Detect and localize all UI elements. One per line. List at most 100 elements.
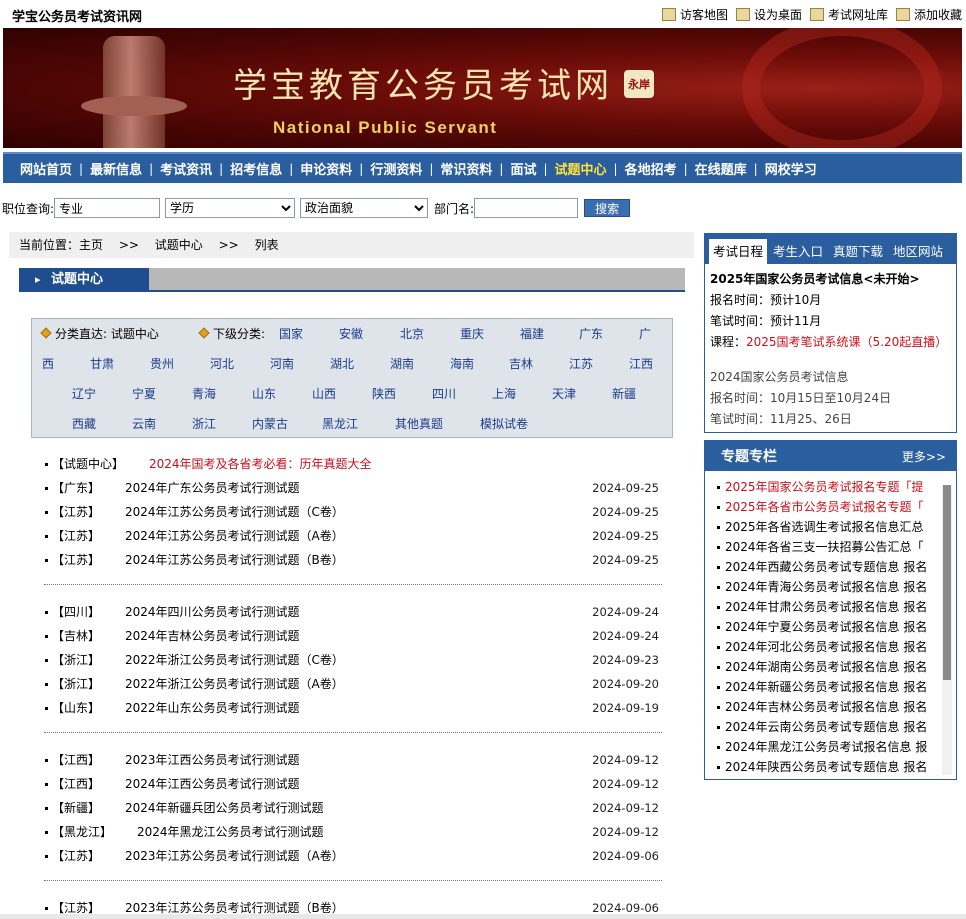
special-item[interactable]: 2024年西藏公务员考试专题信息 报名: [715, 557, 937, 577]
nav-item-3[interactable]: 考试资讯: [153, 159, 219, 178]
list-item-title[interactable]: 2023年江西公务员考试行测试题: [125, 748, 300, 772]
breadcrumb-home[interactable]: 当前位置：主页: [19, 238, 103, 252]
special-item[interactable]: 2024年甘肃公务员考试报名信息 报名: [715, 597, 937, 617]
list-item-tag[interactable]: 【江苏】: [52, 500, 100, 524]
list-item-tag[interactable]: 【江苏】: [52, 524, 100, 548]
category-link[interactable]: 江苏: [569, 353, 593, 375]
special-item[interactable]: 2024年湖南公务员考试报名信息 报名: [715, 657, 937, 677]
search-button[interactable]: 搜索: [584, 199, 631, 217]
list-item-title[interactable]: 2024年吉林公务员考试行测试题: [125, 624, 300, 648]
nav-item-7[interactable]: 常识资料: [433, 159, 499, 178]
special-scrollbar[interactable]: [942, 485, 952, 775]
category-link[interactable]: 黑龙江: [322, 413, 358, 435]
nav-item-11[interactable]: 在线题库: [688, 159, 754, 178]
special-more-link[interactable]: 更多>>: [902, 448, 946, 465]
category-link[interactable]: 其他真题: [395, 413, 443, 435]
category-link[interactable]: 辽宁: [72, 383, 96, 405]
category-link[interactable]: 甘肃: [90, 353, 114, 375]
special-item[interactable]: 2025年国家公务员考试报名专题「提: [715, 477, 937, 497]
list-item-tag[interactable]: 【江苏】: [52, 844, 100, 868]
major-input[interactable]: [54, 198, 161, 218]
list-item-title[interactable]: 2024年新疆兵团公务员考试行测试题: [125, 796, 324, 820]
info-headline[interactable]: 2025年国家公务员考试信息<未开始>: [710, 269, 951, 290]
special-item[interactable]: 2024年各省三支一扶招募公告汇总「: [715, 537, 937, 557]
category-link[interactable]: 山东: [252, 383, 276, 405]
special-item[interactable]: 2024年云南公务员考试专题信息 报名: [715, 717, 937, 737]
special-item[interactable]: 2024年黑龙江公务员考试报名信息 报: [715, 737, 937, 757]
visitor-map-link[interactable]: 访客地图: [661, 6, 728, 23]
list-item-title[interactable]: 2024年江苏公务员考试行测试题（B卷）: [125, 548, 344, 572]
list-item-tag[interactable]: 【江西】: [52, 748, 100, 772]
category-link[interactable]: 湖北: [330, 353, 354, 375]
category-link[interactable]: 云南: [132, 413, 156, 435]
category-link[interactable]: 江西: [629, 353, 653, 375]
category-link[interactable]: 西藏: [72, 413, 96, 435]
nav-item-8[interactable]: 面试: [503, 159, 543, 178]
category-link[interactable]: 四川: [432, 383, 456, 405]
category-link[interactable]: 湖南: [390, 353, 414, 375]
list-item-tag[interactable]: 【黑龙江】: [52, 820, 112, 844]
category-link-guangxi[interactable]: 广: [639, 323, 651, 345]
list-item-tag[interactable]: 【吉林】: [52, 624, 100, 648]
info-tab-3[interactable]: 真题下载: [829, 239, 887, 264]
list-item-tag[interactable]: 【江西】: [52, 772, 100, 796]
scrollbar-thumb[interactable]: [943, 485, 951, 680]
list-item-title[interactable]: 2022年浙江公务员考试行测试题（A卷）: [125, 672, 344, 696]
category-link[interactable]: 青海: [192, 383, 216, 405]
list-item-title[interactable]: 2022年山东公务员考试行测试题: [125, 696, 300, 720]
nav-item-1[interactable]: 网站首页: [13, 159, 79, 178]
nav-item-6[interactable]: 行测资料: [363, 159, 429, 178]
category-link[interactable]: 上海: [492, 383, 516, 405]
category-link[interactable]: 陕西: [372, 383, 396, 405]
category-link[interactable]: 山西: [312, 383, 336, 405]
info-course-link[interactable]: 2025国考笔试系统课（5.20起直播）: [746, 335, 947, 349]
dept-input[interactable]: [474, 198, 579, 218]
category-link-guangxi-wrap[interactable]: 西: [42, 353, 54, 375]
category-link[interactable]: 宁夏: [132, 383, 156, 405]
nav-item-12[interactable]: 网校学习: [758, 159, 824, 178]
category-link[interactable]: 新疆: [612, 383, 636, 405]
direct-category-label[interactable]: 分类直达: 试题中心: [55, 327, 159, 341]
category-link[interactable]: 海南: [450, 353, 474, 375]
special-item[interactable]: 2024年宁夏公务员考试报名信息 报名: [715, 617, 937, 637]
category-link[interactable]: 安徽: [339, 323, 363, 345]
category-link[interactable]: 河南: [270, 353, 294, 375]
nav-item-4[interactable]: 招考信息: [223, 159, 289, 178]
info-tab-2[interactable]: 考生入口: [769, 239, 827, 264]
special-item[interactable]: 2024年河北公务员考试报名信息 报名: [715, 637, 937, 657]
add-favorite-link[interactable]: 添加收藏: [895, 6, 962, 23]
info-tab-1[interactable]: 考试日程: [709, 239, 768, 264]
category-link[interactable]: 浙江: [192, 413, 216, 435]
list-item-title[interactable]: 2024年国考及各省考必看：历年真题大全: [149, 452, 372, 476]
special-item[interactable]: 2024年陕西公务员考试专题信息 报名: [715, 757, 937, 777]
special-item[interactable]: 2024年新疆公务员考试报名信息 报名: [715, 677, 937, 697]
politics-select[interactable]: 政治面貌: [300, 198, 429, 218]
list-item-tag[interactable]: 【四川】: [52, 600, 100, 624]
category-link[interactable]: 国家: [279, 323, 303, 345]
list-item-tag[interactable]: 【试题中心】: [52, 452, 124, 476]
breadcrumb-level1[interactable]: 试题中心: [155, 238, 203, 252]
special-item[interactable]: 2024年青海公务员考试报名信息 报名: [715, 577, 937, 597]
category-link[interactable]: 吉林: [509, 353, 533, 375]
category-link[interactable]: 北京: [400, 323, 424, 345]
special-item[interactable]: 2025年各省市公务员考试报名专题「: [715, 497, 937, 517]
list-item-tag[interactable]: 【广东】: [52, 476, 100, 500]
category-link[interactable]: 河北: [210, 353, 234, 375]
url-library-link[interactable]: 考试网址库: [809, 6, 888, 23]
info-tab-4[interactable]: 地区网站: [889, 239, 947, 264]
category-link[interactable]: 天津: [552, 383, 576, 405]
list-item-title[interactable]: 2024年江苏公务员考试行测试题（C卷）: [125, 500, 344, 524]
category-link[interactable]: 重庆: [460, 323, 484, 345]
category-link[interactable]: 内蒙古: [252, 413, 288, 435]
list-item-tag[interactable]: 【浙江】: [52, 672, 100, 696]
nav-item-10[interactable]: 各地招考: [618, 159, 684, 178]
category-link[interactable]: 贵州: [150, 353, 174, 375]
list-item-title[interactable]: 2022年浙江公务员考试行测试题（C卷）: [125, 648, 344, 672]
category-link[interactable]: 模拟试卷: [480, 413, 528, 435]
category-link[interactable]: 福建: [520, 323, 544, 345]
list-item-title[interactable]: 2024年广东公务员考试行测试题: [125, 476, 300, 500]
list-item-title[interactable]: 2023年江苏公务员考试行测试题（A卷）: [125, 844, 344, 868]
list-item-title[interactable]: 2024年黑龙江公务员考试行测试题: [137, 820, 324, 844]
nav-item-2[interactable]: 最新信息: [83, 159, 149, 178]
special-item[interactable]: 2025年各省选调生考试报名信息汇总: [715, 517, 937, 537]
